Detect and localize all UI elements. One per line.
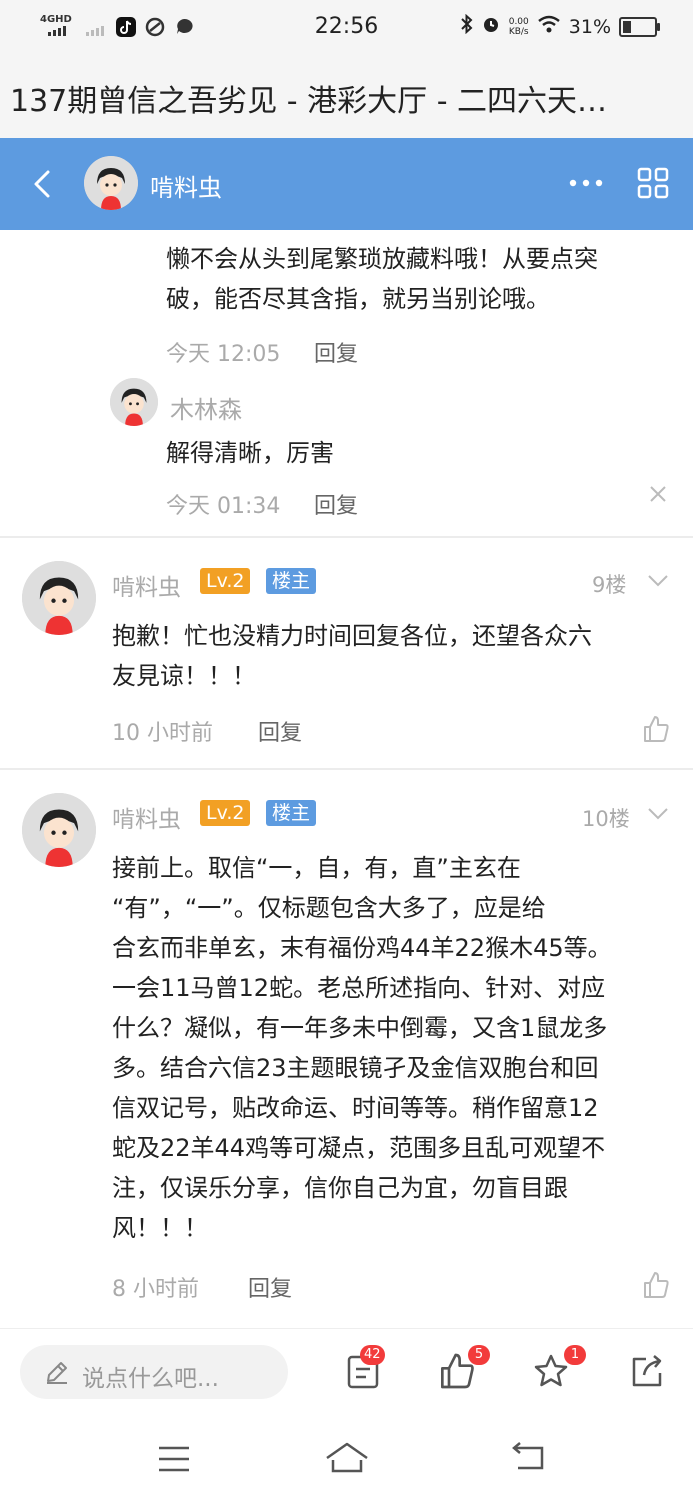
comment-text-line: 破，能否尽其含指，就另当别论哦。 <box>166 285 550 313</box>
sub-reply-time: 今天 01:34 <box>166 494 281 519</box>
close-icon <box>650 486 666 502</box>
post-username[interactable]: 啃料虫 <box>112 800 181 834</box>
avatar <box>110 378 158 426</box>
status-bar: 4GHD 22:56 0.00 KB/s 31% <box>0 0 693 56</box>
comments-count: 42 <box>360 1345 385 1365</box>
sub-reply-avatar[interactable] <box>110 378 158 426</box>
post-text-line: “有”，“一”。仅标题包含大多了，应是给 <box>112 894 546 922</box>
owner-badge: 楼主 <box>266 568 317 594</box>
menu-button[interactable] <box>156 1444 192 1474</box>
grid-menu-button[interactable] <box>636 166 670 200</box>
grid-icon <box>637 167 669 199</box>
header-avatar[interactable] <box>84 156 138 210</box>
divider <box>0 768 693 770</box>
post-text-line: 多。结合六信23主题眼镜孑及金信双胞台和回 <box>112 1054 599 1082</box>
reply-button[interactable]: 回复 <box>248 1271 292 1303</box>
back-nav-button[interactable] <box>510 1442 546 1472</box>
post-username[interactable]: 啃料虫 <box>112 568 181 602</box>
battery-icon <box>619 16 660 37</box>
floor-number: 10楼 <box>582 807 630 831</box>
more-button[interactable] <box>566 168 606 198</box>
comment-text-line: 懒不会从头到尾繁琐放藏料哦！从要点突 <box>166 245 598 273</box>
back-button[interactable] <box>26 164 60 204</box>
comment-time: 今天 12:05 <box>166 342 281 367</box>
share-button[interactable] <box>628 1351 668 1395</box>
bottom-action-bar: 说点什么吧... 42 5 1 <box>0 1328 693 1419</box>
likes-count: 5 <box>468 1345 490 1365</box>
comment-input[interactable]: 说点什么吧... <box>20 1345 288 1399</box>
post-text-line: 一会11马曾12蛇。老总所述指向、针对、对应 <box>112 974 606 1002</box>
reply-button[interactable]: 回复 <box>314 488 358 520</box>
chevron-left-icon <box>34 170 50 198</box>
favorite-button[interactable]: 1 <box>532 1345 586 1395</box>
post-text-line: 信双记号，贴改命运、时间等等。稍作留意12 <box>112 1094 599 1122</box>
thumbs-up-icon <box>644 716 669 742</box>
like-thread-button[interactable]: 5 <box>438 1345 490 1395</box>
avatar <box>22 793 96 867</box>
comments-button[interactable]: 42 <box>346 1345 386 1395</box>
floor-number: 9楼 <box>592 573 627 597</box>
reply-button[interactable]: 回复 <box>258 715 302 747</box>
like-button[interactable] <box>642 1270 670 1300</box>
page-title: 137期曾信之吾劣见 - 港彩大厅 - 二四六天… <box>10 84 608 119</box>
net-speed: 0.00 KB/s <box>508 16 529 37</box>
home-button[interactable] <box>324 1440 370 1474</box>
menu-icon <box>159 1446 189 1472</box>
thumbs-up-icon <box>644 1272 669 1298</box>
level-badge: Lv.2 <box>200 568 251 594</box>
level-badge: Lv.2 <box>200 800 251 826</box>
divider <box>0 536 693 538</box>
post-text-line: 接前上。取信“一，自，有，直”主玄在 <box>112 854 521 882</box>
share-icon <box>632 1355 662 1387</box>
system-nav-bar <box>0 1418 693 1500</box>
owner-badge: 楼主 <box>266 800 317 826</box>
sub-reply-username[interactable]: 木林森 <box>170 390 242 425</box>
sub-reply-text: 解得清晰，厉害 <box>166 439 334 467</box>
chevron-down-icon <box>648 575 668 587</box>
favorites-count: 1 <box>564 1345 586 1365</box>
alarm-icon <box>481 14 501 39</box>
post-text-line: 注，仅误乐分享，信你自己为宜，勿盲目跟 <box>112 1174 568 1202</box>
post-avatar[interactable] <box>22 793 96 867</box>
post-text-line: 蛇及22羊44鸡等可凝点，范围多且乱可观望不 <box>112 1134 606 1162</box>
battery-percent: 31% <box>568 15 611 38</box>
post-time: 10 小时前 <box>112 721 213 746</box>
post-list: 懒不会从头到尾繁琐放藏料哦！从要点突 破，能否尽其含指，就另当别论哦。 今天 1… <box>0 230 693 1325</box>
page-title-bar: 137期曾信之吾劣见 - 港彩大厅 - 二四六天… <box>0 56 693 138</box>
reply-button[interactable]: 回复 <box>314 336 358 368</box>
post-options-button[interactable] <box>646 571 670 589</box>
pencil-icon <box>44 1359 70 1389</box>
comment-placeholder: 说点什么吧... <box>82 1366 219 1392</box>
thread-header: 啃料虫 <box>0 138 693 230</box>
post-text-line: 风！！！ <box>112 1214 208 1242</box>
more-dots-icon <box>569 179 603 187</box>
post-options-button[interactable] <box>646 804 670 822</box>
post-text-line: 抱歉！忙也没精力时间回复各位，还望各众六 <box>112 622 592 650</box>
post-avatar[interactable] <box>22 561 96 635</box>
wifi-icon <box>537 15 561 38</box>
close-button[interactable] <box>648 484 668 504</box>
post-text-line: 什么？凝似，有一年多未中倒霉，又含1鼠龙多 <box>112 1014 608 1042</box>
avatar <box>84 156 138 210</box>
bluetooth-icon <box>461 13 473 39</box>
return-icon <box>512 1442 544 1470</box>
avatar <box>22 561 96 635</box>
like-button[interactable] <box>642 714 670 744</box>
post-time: 8 小时前 <box>112 1277 199 1302</box>
chevron-down-icon <box>648 808 668 820</box>
home-icon <box>326 1442 368 1473</box>
header-username: 啃料虫 <box>150 174 222 202</box>
post-text-line: 友見谅！！！ <box>112 662 256 690</box>
post-text-line: 合玄而非单玄，末有福份鸡44羊22猴木45等。 <box>112 934 612 962</box>
